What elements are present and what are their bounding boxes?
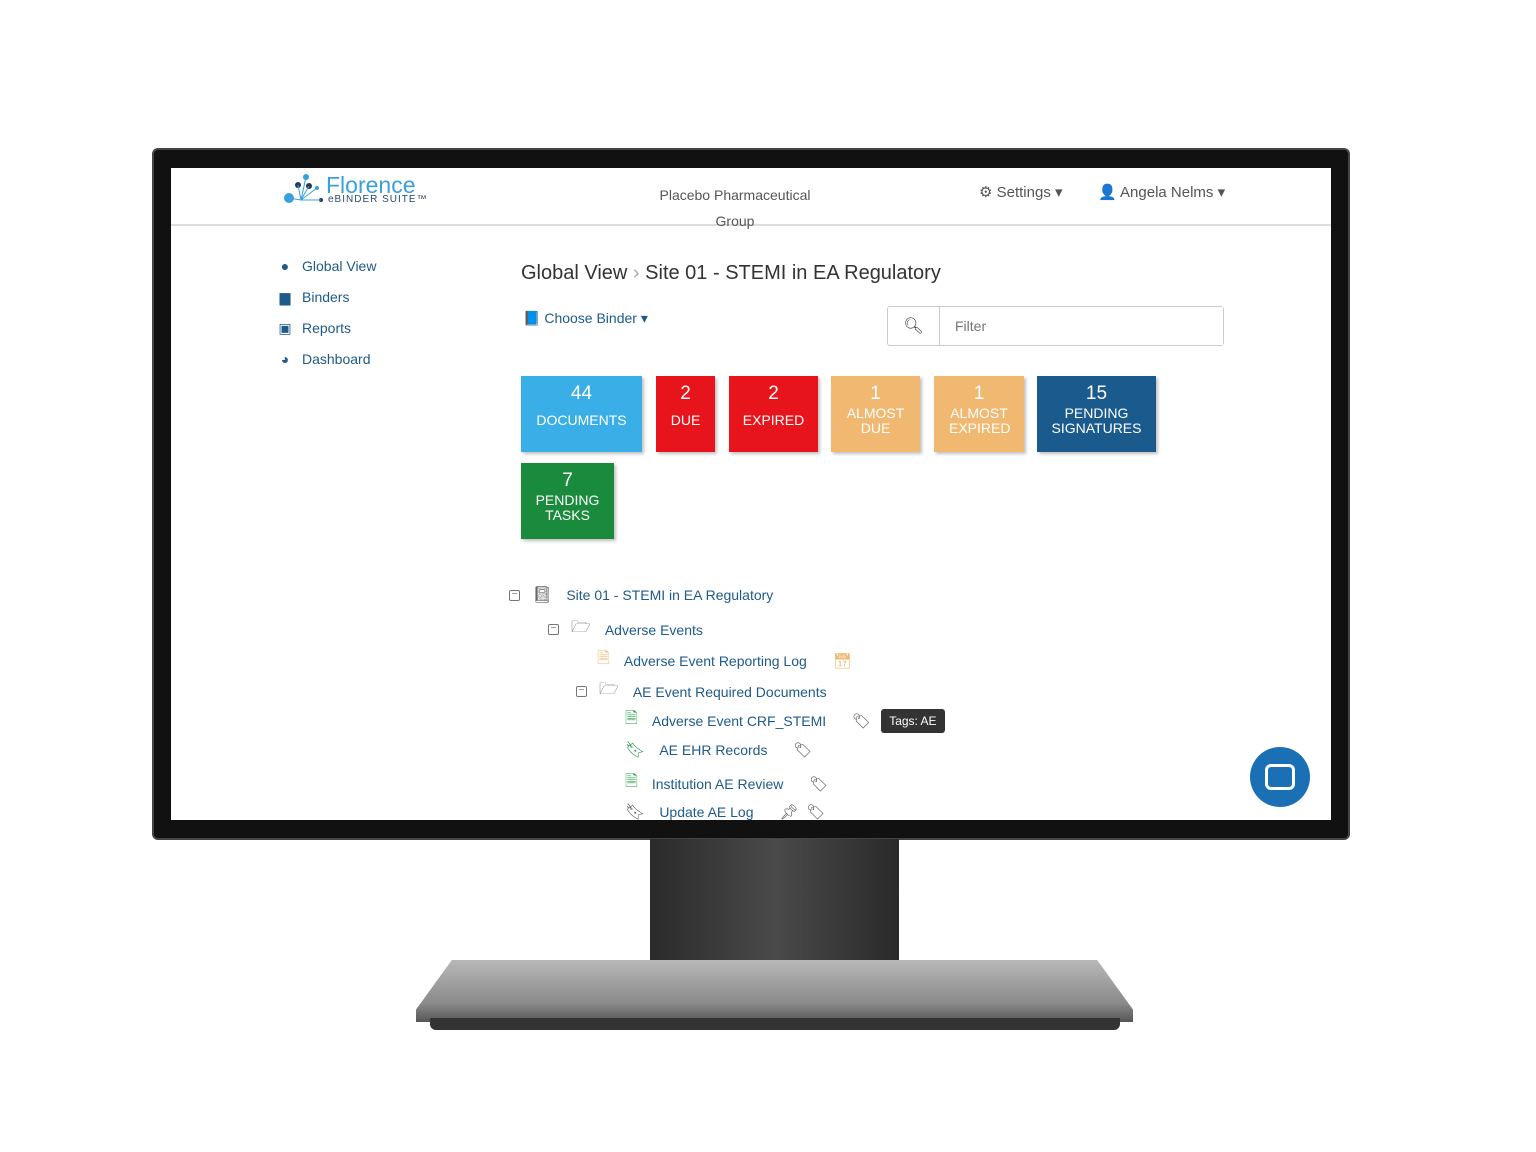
- tree-label: Institution AE Review: [651, 775, 784, 792]
- pdf-icon: 🗎: [597, 650, 610, 667]
- collapse-icon[interactable]: −: [548, 624, 559, 635]
- tile-pending-tasks[interactable]: 7 PENDING TASKS: [521, 463, 614, 539]
- tile-label: DUE: [670, 412, 701, 428]
- book-icon: 📘: [523, 310, 541, 326]
- tile-label: ALMOST DUE: [846, 405, 905, 436]
- caret-down-icon: ▾: [640, 310, 648, 326]
- tree-item-folder[interactable]: − 🗁 Adverse Events: [548, 616, 703, 643]
- sidebar-label: Global View: [302, 258, 377, 274]
- user-name: Angela Nelms: [1120, 184, 1214, 201]
- tile-due[interactable]: 2 DUE: [656, 376, 715, 452]
- folder-open-icon: 🗁: [571, 619, 591, 636]
- breadcrumb-root[interactable]: Global View: [521, 262, 627, 284]
- tree-item-document[interactable]: 🔖︎ AE EHR Records 🏷︎: [625, 740, 813, 760]
- tree-label: Site 01 - STEMI in EA Regulatory: [566, 587, 774, 603]
- tile-label: EXPIRED: [742, 412, 805, 428]
- tile-count: 2: [680, 383, 691, 404]
- tree-label: Adverse Events: [604, 621, 703, 638]
- tree-item-document[interactable]: 🗎 Adverse Event CRF_STEMI 🏷︎ Tags: AE: [625, 707, 945, 734]
- tags-tooltip: Tags: AE: [881, 708, 945, 733]
- tile-documents[interactable]: 44 DOCUMENTS: [521, 376, 642, 452]
- tile-expired[interactable]: 2 EXPIRED: [729, 376, 818, 452]
- tree-label: Adverse Event CRF_STEMI: [651, 712, 827, 729]
- sidebar-item-global-view[interactable]: ● Global View: [278, 258, 377, 274]
- user-menu[interactable]: 👤 Angela Nelms ▾: [1098, 183, 1225, 201]
- tile-count: 1: [870, 383, 881, 404]
- tags-icon[interactable]: 🏷︎: [793, 741, 812, 759]
- pdf-icon: 🗎: [625, 710, 638, 727]
- sidebar-item-binders[interactable]: ▆ Binders: [278, 289, 350, 306]
- tile-label: PENDING TASKS: [535, 492, 600, 523]
- sidebar-label: Reports: [302, 320, 352, 336]
- collapse-icon[interactable]: −: [576, 686, 587, 697]
- filter-box: 🔍︎: [887, 306, 1224, 346]
- tree-label: AE EHR Records: [659, 742, 768, 758]
- chat-icon: [1265, 764, 1295, 790]
- tile-count: 44: [570, 383, 593, 404]
- pin-icon: 📌︎: [779, 804, 799, 820]
- tile-count: 2: [768, 383, 779, 404]
- tree-item-document[interactable]: 🗎 Institution AE Review 🏷︎: [625, 770, 828, 797]
- tree-item-document[interactable]: 🗎 Adverse Event Reporting Log 📅︎: [597, 647, 852, 674]
- tile-almost-expired[interactable]: 1 ALMOST EXPIRED: [934, 376, 1024, 452]
- tree-label: Update AE Log: [659, 804, 754, 820]
- sidebar-item-dashboard[interactable]: ◕ Dashboard: [278, 351, 371, 367]
- caret-down-icon: ▾: [1055, 184, 1063, 201]
- header: Florence eBINDER SUITE™ Placebo Pharmace…: [171, 168, 1331, 229]
- tile-label: DOCUMENTS: [536, 412, 627, 428]
- bookmark-icon: 🔖︎: [625, 742, 646, 759]
- tile-count: 1: [973, 383, 985, 404]
- chevron-right-icon: ›: [632, 262, 640, 284]
- tile-pending-signatures[interactable]: 15 PENDING SIGNATURES: [1037, 376, 1156, 452]
- user-icon: 👤: [1098, 184, 1117, 201]
- monitor-stand: [650, 839, 899, 975]
- organization-name: Placebo Pharmaceutical Group: [659, 187, 811, 229]
- tile-count: 7: [562, 470, 573, 491]
- tags-icon[interactable]: 🏷︎: [807, 803, 826, 820]
- pdf-icon: 🗎: [625, 773, 638, 790]
- tile-almost-due[interactable]: 1 ALMOST DUE: [831, 376, 920, 452]
- tree-label: AE Event Required Documents: [632, 683, 827, 700]
- report-icon: ▣: [278, 320, 292, 336]
- gear-icon: ⚙: [979, 184, 993, 201]
- bookmark-icon: 🔖︎: [625, 804, 646, 820]
- search-icon[interactable]: 🔍︎: [888, 307, 940, 345]
- tags-icon[interactable]: 🏷︎: [809, 775, 828, 793]
- breadcrumb: Global View › Site 01 - STEMI in EA Regu…: [521, 262, 941, 285]
- chat-button[interactable]: [1250, 747, 1310, 807]
- monitor-base-foot: [430, 1018, 1120, 1030]
- globe-icon: ●: [280, 258, 290, 274]
- dashboard-icon: ◕: [280, 351, 290, 367]
- tile-label: PENDING SIGNATURES: [1051, 405, 1142, 436]
- tags-icon[interactable]: 🏷︎: [852, 712, 871, 730]
- logo-subtitle: eBINDER SUITE™: [328, 194, 428, 205]
- collapse-icon[interactable]: −: [509, 589, 520, 601]
- archive-icon: ▆: [279, 289, 291, 305]
- binder-icon: 📓︎: [532, 587, 553, 604]
- settings-menu[interactable]: ⚙ Settings ▾: [979, 183, 1063, 201]
- sidebar-label: Binders: [302, 289, 350, 305]
- app-screen: Florence eBINDER SUITE™ Placebo Pharmace…: [171, 168, 1331, 820]
- logo-icon: [284, 174, 323, 203]
- sidebar-label: Dashboard: [302, 351, 371, 367]
- folder-open-icon: 🗁: [599, 681, 619, 698]
- filter-input[interactable]: [940, 307, 1223, 345]
- choose-binder-dropdown[interactable]: 📘 Choose Binder ▾: [523, 310, 648, 327]
- tree-item-binder[interactable]: − 📓︎ Site 01 - STEMI in EA Regulatory: [509, 585, 773, 605]
- tile-label: ALMOST EXPIRED: [949, 405, 1011, 436]
- tree-item-document[interactable]: 🔖︎ Update AE Log 📌︎ 🏷︎: [625, 802, 826, 820]
- monitor-base: [416, 960, 1133, 1022]
- caret-down-icon: ▾: [1217, 184, 1226, 201]
- tree-label: Adverse Event Reporting Log: [623, 652, 807, 669]
- breadcrumb-current: Site 01 - STEMI in EA Regulatory: [645, 262, 941, 284]
- tile-count: 15: [1085, 383, 1108, 404]
- settings-label: Settings: [996, 184, 1051, 201]
- choose-binder-label: Choose Binder: [544, 310, 637, 326]
- calendar-check-icon: 📅︎: [832, 652, 852, 670]
- sidebar-item-reports[interactable]: ▣ Reports: [278, 320, 351, 337]
- tree-item-folder[interactable]: − 🗁 AE Event Required Documents: [576, 678, 827, 705]
